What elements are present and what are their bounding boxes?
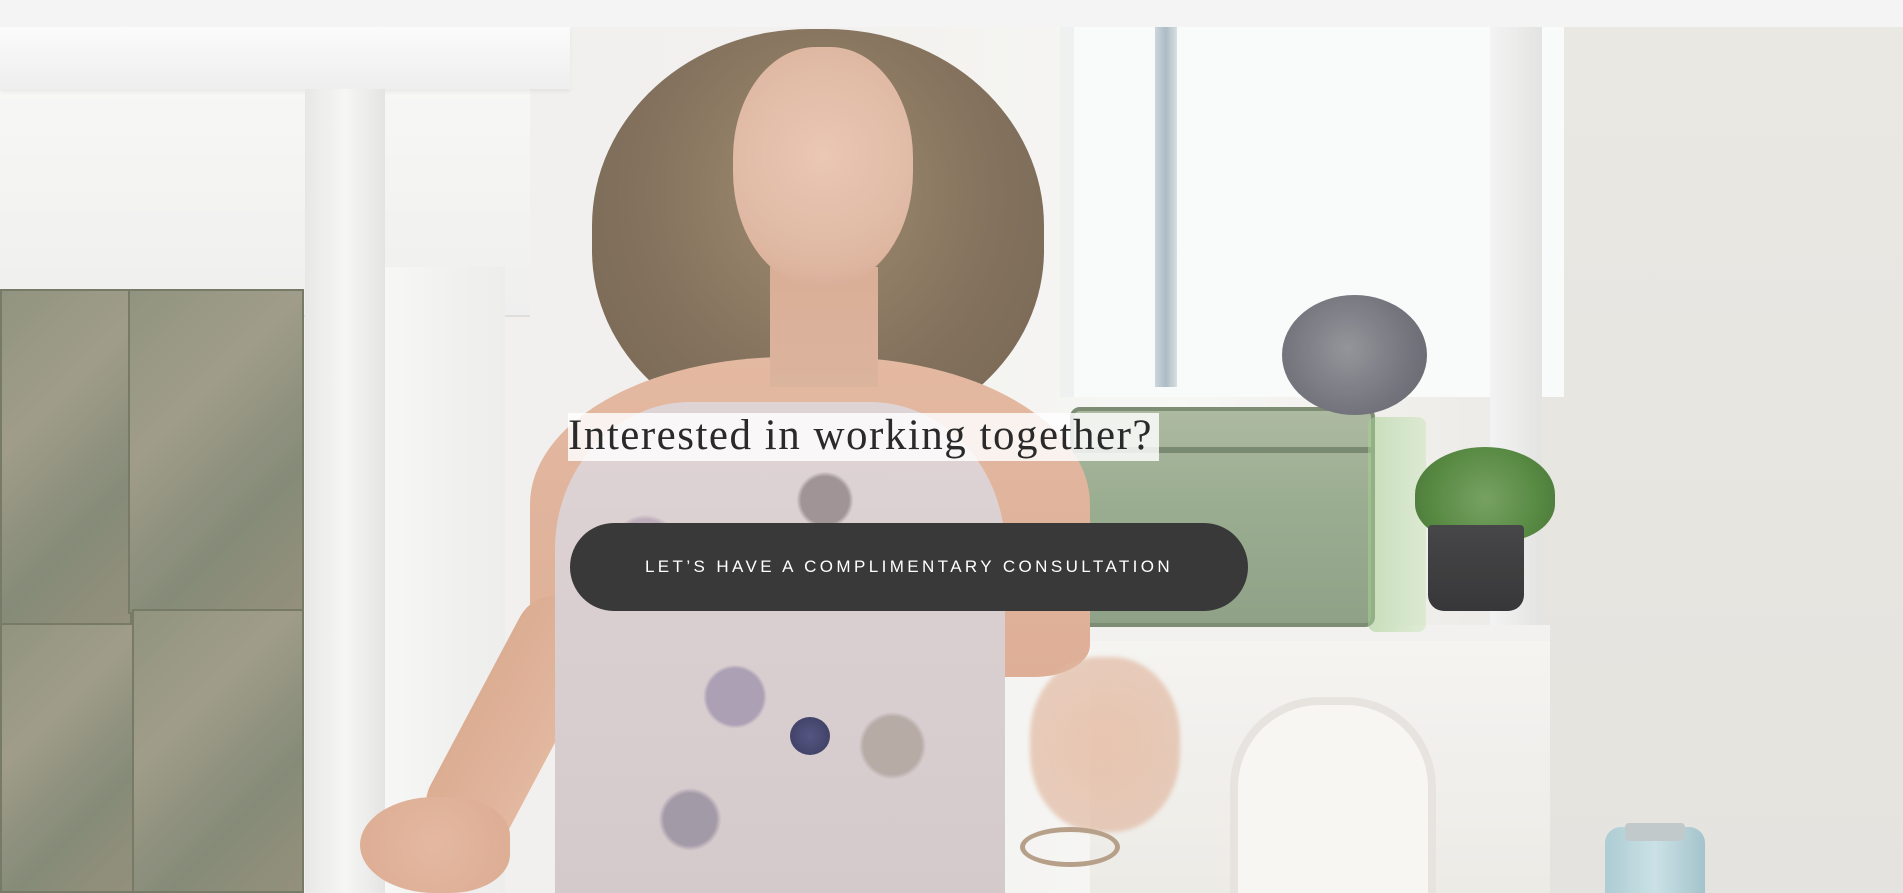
page: Interested in working together? LET’S HA… [0, 0, 1903, 893]
hero-video-section: Interested in working together? LET’S HA… [0, 27, 1903, 893]
consultation-button[interactable]: LET’S HAVE A COMPLIMENTARY CONSULTATION [570, 523, 1248, 611]
cta-block: Interested in working together? LET’S HA… [568, 413, 1250, 611]
cta-heading: Interested in working together? [568, 413, 1160, 461]
top-strip [0, 0, 1903, 27]
